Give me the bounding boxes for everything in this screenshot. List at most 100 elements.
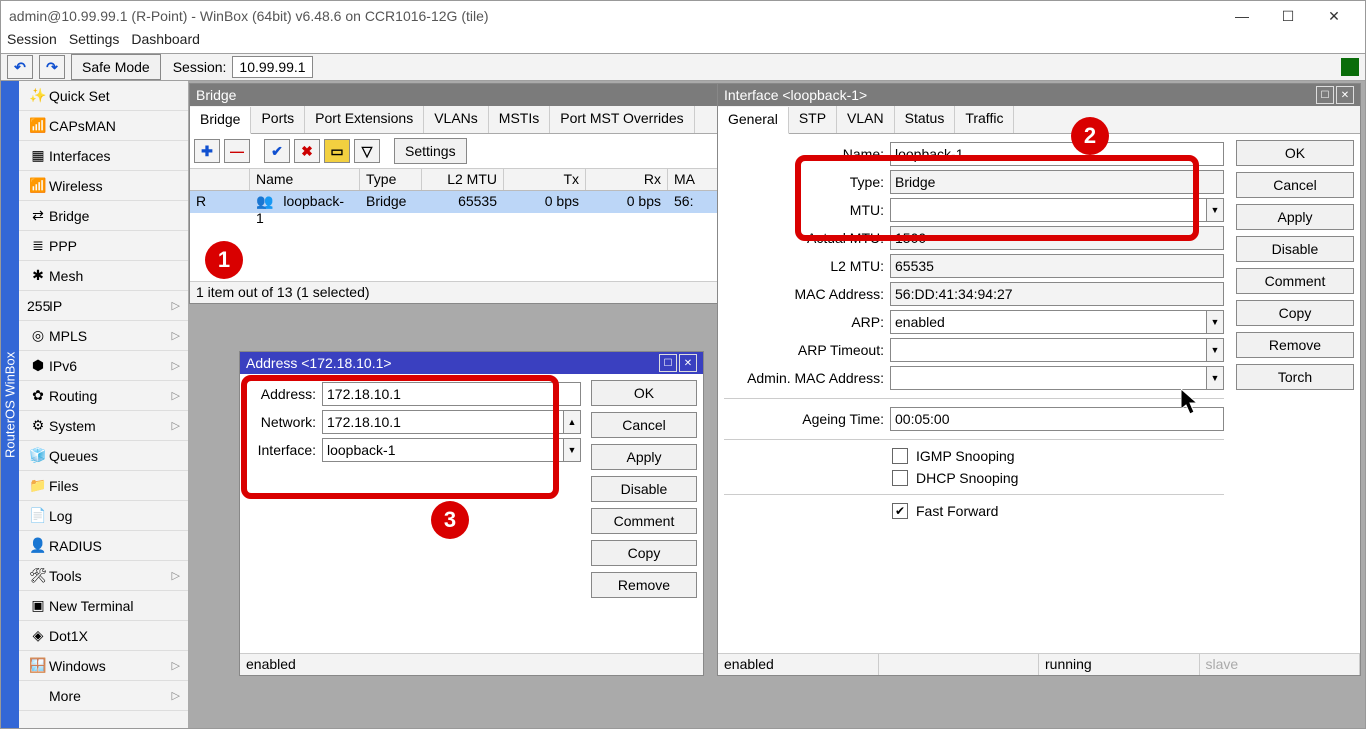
igmp-checkbox[interactable] bbox=[892, 448, 908, 464]
network-up-icon[interactable]: ▲ bbox=[563, 410, 581, 434]
sidebar-item-mpls[interactable]: ◎MPLS▷ bbox=[19, 321, 188, 351]
maximize-button[interactable]: ☐ bbox=[1265, 1, 1311, 31]
sidebar-item-label: PPP bbox=[49, 238, 180, 254]
menu-session[interactable]: Session bbox=[7, 31, 57, 53]
copy-button[interactable]: Copy bbox=[591, 540, 697, 566]
col-rx[interactable]: Rx bbox=[586, 169, 668, 190]
sidebar-item-dot1x[interactable]: ◈Dot1X bbox=[19, 621, 188, 651]
fast-forward-checkbox[interactable]: ✔ bbox=[892, 503, 908, 519]
tab-vlans[interactable]: VLANs bbox=[424, 106, 489, 133]
admin-mac-dropdown-icon[interactable]: ▼ bbox=[1206, 366, 1224, 390]
mtu-field[interactable] bbox=[890, 198, 1224, 222]
arp-field[interactable] bbox=[890, 310, 1224, 334]
menu-settings[interactable]: Settings bbox=[69, 31, 120, 53]
tab-bridge[interactable]: Bridge bbox=[190, 107, 251, 134]
undo-button[interactable]: ↶ bbox=[7, 55, 33, 79]
sidebar-item-radius[interactable]: 👤RADIUS bbox=[19, 531, 188, 561]
redo-button[interactable]: ↷ bbox=[39, 55, 65, 79]
tab-stp[interactable]: STP bbox=[789, 106, 837, 133]
close-button[interactable]: ✕ bbox=[1311, 1, 1357, 31]
sidebar-item-new-terminal[interactable]: ▣New Terminal bbox=[19, 591, 188, 621]
copy-button[interactable]: Copy bbox=[1236, 300, 1354, 326]
sidebar-item-log[interactable]: 📄Log bbox=[19, 501, 188, 531]
tab-port-mst-overrides[interactable]: Port MST Overrides bbox=[550, 106, 694, 133]
comment-button[interactable]: Comment bbox=[591, 508, 697, 534]
address-window-close-icon[interactable]: ✕ bbox=[679, 354, 697, 372]
arp-timeout-field[interactable] bbox=[890, 338, 1224, 362]
admin-mac-field[interactable] bbox=[890, 366, 1224, 390]
sidebar-item-mesh[interactable]: ✱Mesh bbox=[19, 261, 188, 291]
comment-button[interactable]: Comment bbox=[1236, 268, 1354, 294]
sidebar-item-ip[interactable]: 255IP▷ bbox=[19, 291, 188, 321]
col-type[interactable]: Type bbox=[360, 169, 422, 190]
disable-button[interactable]: Disable bbox=[1236, 236, 1354, 262]
safe-mode-button[interactable]: Safe Mode bbox=[71, 54, 161, 80]
interface-dropdown-icon[interactable]: ▼ bbox=[563, 438, 581, 462]
sidebar-item-label: MPLS bbox=[49, 328, 172, 344]
apply-button[interactable]: Apply bbox=[591, 444, 697, 470]
ageing-field[interactable] bbox=[890, 407, 1224, 431]
settings-button[interactable]: Settings bbox=[394, 138, 467, 164]
status-enabled: enabled bbox=[718, 654, 879, 675]
interface-label: Interface: bbox=[244, 442, 316, 458]
sidebar-item-files[interactable]: 📁Files bbox=[19, 471, 188, 501]
name-field[interactable] bbox=[890, 142, 1224, 166]
disable-button[interactable]: Disable bbox=[591, 476, 697, 502]
sidebar-item-windows[interactable]: 🪟Windows▷ bbox=[19, 651, 188, 681]
ok-button[interactable]: OK bbox=[591, 380, 697, 406]
ok-button[interactable]: OK bbox=[1236, 140, 1354, 166]
tab-traffic[interactable]: Traffic bbox=[955, 106, 1014, 133]
add-button[interactable]: ✚ bbox=[194, 139, 220, 163]
actual-mtu-field bbox=[890, 226, 1224, 250]
tab-vlan[interactable]: VLAN bbox=[837, 106, 895, 133]
sidebar-item-capsman[interactable]: 📶CAPsMAN bbox=[19, 111, 188, 141]
interface-window-close-icon[interactable]: ✕ bbox=[1336, 86, 1354, 104]
tab-status[interactable]: Status bbox=[895, 106, 956, 133]
disable-button[interactable]: ✖ bbox=[294, 139, 320, 163]
apply-button[interactable]: Apply bbox=[1236, 204, 1354, 230]
arp-timeout-dropdown-icon[interactable]: ▼ bbox=[1206, 338, 1224, 362]
interface-window-titlebar[interactable]: Interface <loopback-1> ☐ ✕ bbox=[718, 84, 1360, 106]
address-window-maximize-icon[interactable]: ☐ bbox=[659, 354, 677, 372]
sidebar-item-tools[interactable]: 🛠Tools▷ bbox=[19, 561, 188, 591]
sidebar-item-routing[interactable]: ✿Routing▷ bbox=[19, 381, 188, 411]
col-tx[interactable]: Tx bbox=[504, 169, 586, 190]
tab-ports[interactable]: Ports bbox=[251, 106, 305, 133]
torch-button[interactable]: Torch bbox=[1236, 364, 1354, 390]
arp-dropdown-icon[interactable]: ▼ bbox=[1206, 310, 1224, 334]
address-field[interactable] bbox=[322, 382, 581, 406]
mtu-dropdown-icon[interactable]: ▼ bbox=[1206, 198, 1224, 222]
sidebar-item-wireless[interactable]: 📶Wireless bbox=[19, 171, 188, 201]
enable-button[interactable]: ✔ bbox=[264, 139, 290, 163]
sidebar-item-queues[interactable]: 🧊Queues bbox=[19, 441, 188, 471]
tab-mstis[interactable]: MSTIs bbox=[489, 106, 550, 133]
dhcp-checkbox[interactable] bbox=[892, 470, 908, 486]
menu-dashboard[interactable]: Dashboard bbox=[131, 31, 200, 53]
sidebar-item-interfaces[interactable]: ▦Interfaces bbox=[19, 141, 188, 171]
interface-window-maximize-icon[interactable]: ☐ bbox=[1316, 86, 1334, 104]
col-l2mtu[interactable]: L2 MTU bbox=[422, 169, 504, 190]
minimize-button[interactable]: — bbox=[1219, 1, 1265, 31]
sidebar-item-system[interactable]: ⚙System▷ bbox=[19, 411, 188, 441]
col-name[interactable]: Name bbox=[250, 169, 360, 190]
cancel-button[interactable]: Cancel bbox=[1236, 172, 1354, 198]
sidebar-item-ppp[interactable]: ≣PPP bbox=[19, 231, 188, 261]
interface-form: Name: Type: MTU:▼ Actual MTU: L2 MTU: MA… bbox=[718, 134, 1230, 653]
comment-button[interactable]: ▭ bbox=[324, 139, 350, 163]
vertical-app-tab[interactable]: RouterOS WinBox bbox=[1, 81, 19, 728]
sidebar-item-ipv6[interactable]: ⬢IPv6▷ bbox=[19, 351, 188, 381]
network-field[interactable] bbox=[322, 410, 581, 434]
address-label: Address: bbox=[244, 386, 316, 402]
tab-port-extensions[interactable]: Port Extensions bbox=[305, 106, 424, 133]
remove-button[interactable]: Remove bbox=[1236, 332, 1354, 358]
cancel-button[interactable]: Cancel bbox=[591, 412, 697, 438]
filter-button[interactable]: ▽ bbox=[354, 139, 380, 163]
sidebar-item-bridge[interactable]: ⇄Bridge bbox=[19, 201, 188, 231]
remove-button[interactable]: Remove bbox=[591, 572, 697, 598]
address-window-titlebar[interactable]: Address <172.18.10.1> ☐ ✕ bbox=[240, 352, 703, 374]
sidebar-item-more[interactable]: More▷ bbox=[19, 681, 188, 711]
remove-button[interactable]: — bbox=[224, 139, 250, 163]
tab-general[interactable]: General bbox=[718, 107, 789, 134]
interface-field[interactable] bbox=[322, 438, 581, 462]
sidebar-item-quick-set[interactable]: ✨Quick Set bbox=[19, 81, 188, 111]
